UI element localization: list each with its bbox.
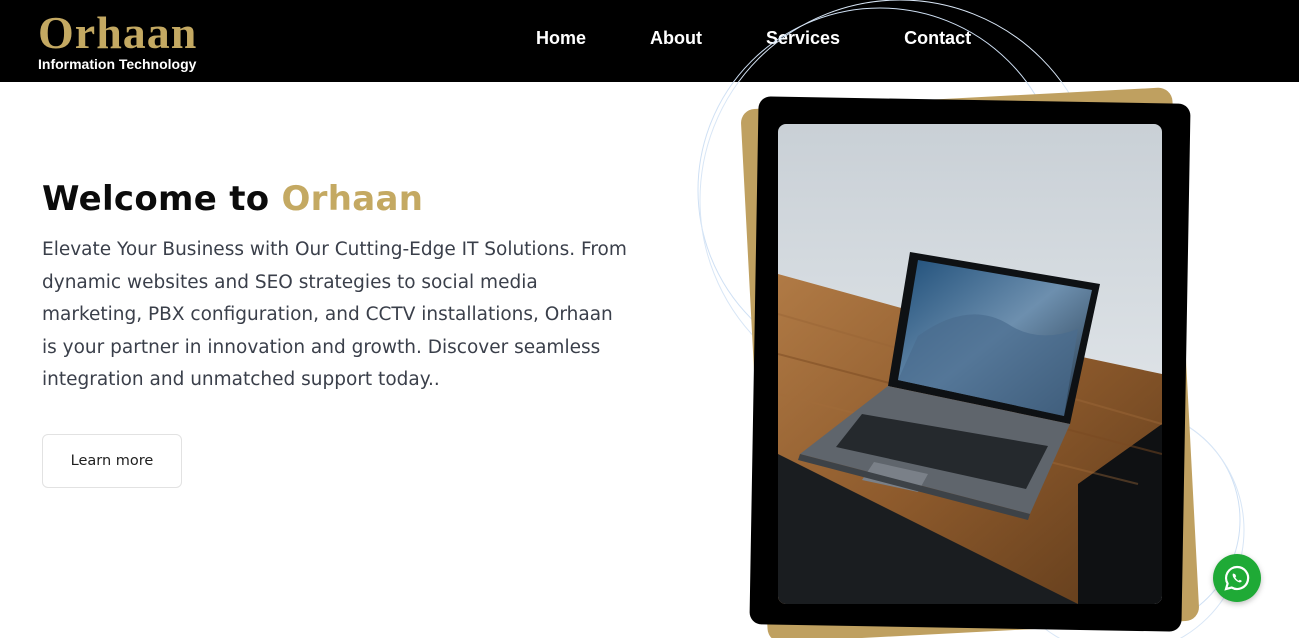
brand-tagline: Information Technology [38,56,197,72]
nav-about-link[interactable]: About [650,28,702,49]
brand-name: Orhaan [38,7,198,58]
nav-services-link[interactable]: Services [766,28,840,49]
hero-title-accent: Orhaan [281,179,424,219]
nav-home-link[interactable]: Home [536,28,586,49]
hero-image [778,124,1162,604]
site-header: Orhaan Information Technology Home About… [0,0,1299,82]
whatsapp-button[interactable] [1213,554,1261,602]
main-nav: Home About Services Contact [536,28,971,49]
laptop-illustration [778,124,1162,604]
hero-description: Elevate Your Business with Our Cutting-E… [42,239,627,390]
learn-more-button[interactable]: Learn more [42,434,182,488]
hero-title: Welcome to Orhaan [42,178,423,220]
brand-logo[interactable]: Orhaan Information Technology [38,7,198,73]
whatsapp-icon [1224,565,1250,591]
nav-contact-link[interactable]: Contact [904,28,971,49]
hero-title-prefix: Welcome to [42,179,270,219]
